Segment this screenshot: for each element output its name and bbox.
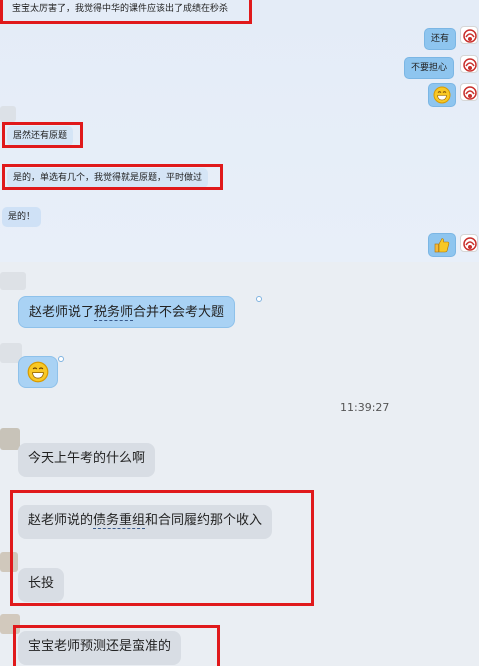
highlight-box <box>2 122 83 148</box>
message-text: 不要担心 <box>411 63 448 73</box>
grinning-emoji-icon <box>433 86 451 104</box>
grinning-emoji-icon <box>27 361 49 383</box>
message-text: 还有 <box>431 34 450 44</box>
timestamp: 11:39:27 <box>340 401 390 414</box>
avatar[interactable] <box>460 234 478 252</box>
message-text-after: 合并不会考大题 <box>133 305 225 320</box>
message-text: 今天上午考的什么啊 <box>28 451 146 466</box>
message-bubble: 赵老师说了税务师合并不会考大题 <box>18 296 236 328</box>
thumbs-up-emoji-icon <box>433 236 451 254</box>
message-text: 是的！ <box>8 212 36 222</box>
message-bubble <box>18 356 58 388</box>
highlight-box <box>0 0 252 24</box>
message-text-link[interactable]: 税务师 <box>94 305 134 321</box>
message-bubble: 是的！ <box>2 207 42 227</box>
avatar[interactable] <box>0 272 26 290</box>
message-bubble: 今天上午考的什么啊 <box>18 443 156 477</box>
message-bubble: 还有 <box>424 28 457 50</box>
avatar[interactable] <box>460 26 478 44</box>
avatar[interactable] <box>0 106 16 122</box>
message-bubble <box>428 83 456 107</box>
message-bubble: 不要担心 <box>404 57 455 79</box>
bubble-decoration <box>256 296 262 302</box>
avatar[interactable] <box>0 428 20 450</box>
avatar[interactable] <box>460 55 478 73</box>
highlight-box <box>10 490 314 606</box>
message-text-before: 赵老师说了 <box>29 305 95 320</box>
message-bubble <box>428 233 456 257</box>
bubble-decoration <box>58 356 64 362</box>
highlight-box <box>2 164 223 190</box>
avatar[interactable] <box>460 83 478 101</box>
highlight-box <box>13 625 220 666</box>
